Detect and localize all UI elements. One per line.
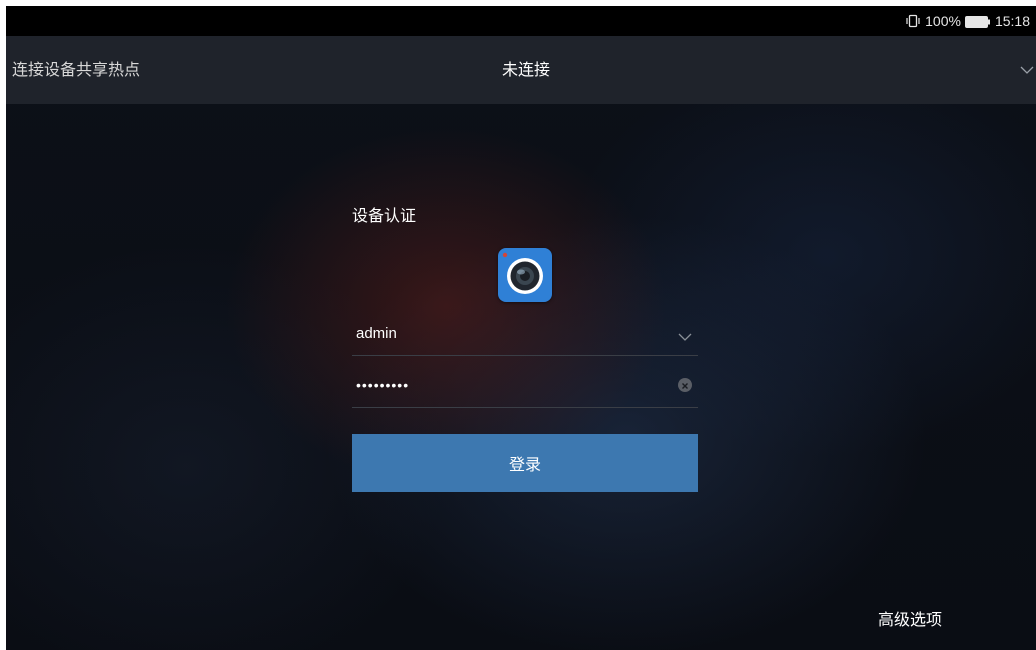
page-title: 设备认证 [352, 206, 417, 225]
clear-icon[interactable] [678, 378, 692, 392]
battery-icon [964, 15, 991, 28]
chevron-down-icon[interactable] [678, 327, 692, 341]
status-bar: 100% 15:18 [6, 6, 1036, 36]
connection-status[interactable]: 未连接 [446, 36, 606, 104]
battery-percent: 100% [925, 13, 961, 29]
advanced-options-link[interactable]: 高级选项 [878, 606, 942, 630]
chevron-down-icon[interactable] [1020, 62, 1034, 76]
username-input[interactable] [352, 310, 652, 356]
status-time: 15:18 [994, 13, 1030, 29]
status-indicators: 100% 15:18 [905, 6, 1030, 36]
username-field [352, 310, 698, 356]
password-input[interactable] [352, 362, 652, 408]
vibrate-icon [905, 14, 921, 28]
hotspot-label: 连接设备共享热点 [12, 60, 141, 79]
hotspot-header: 连接设备共享热点 未连接 [6, 36, 1036, 104]
camera-lens-icon [498, 248, 552, 302]
app-screen: 100% 15:18 连接设备共享热点 未连接 设备认证 admin •••••… [6, 6, 1036, 650]
login-button[interactable]: 登录 [352, 434, 698, 492]
password-field [352, 362, 698, 408]
